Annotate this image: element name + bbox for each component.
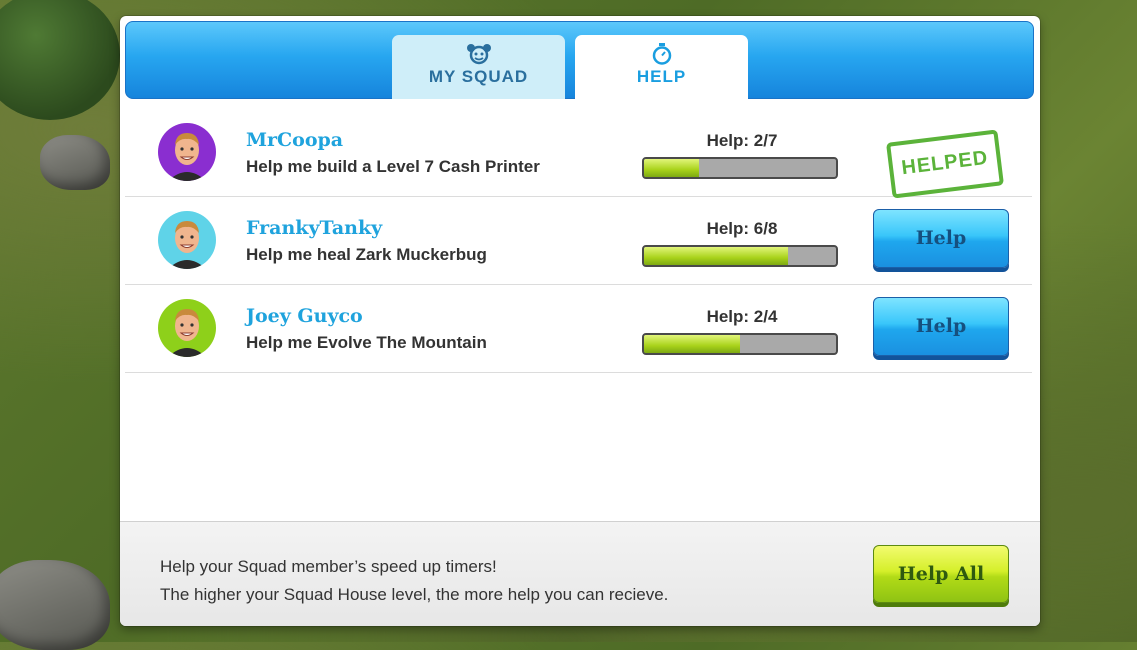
help-progress-fill bbox=[644, 335, 740, 353]
help-request-list: MrCoopa Help me build a Level 7 Cash Pri… bbox=[125, 109, 1032, 373]
help-count: Help: 6/8 bbox=[645, 219, 839, 239]
help-count: Help: 2/4 bbox=[645, 307, 839, 327]
stopwatch-icon bbox=[647, 43, 677, 65]
help-count-value: 2/4 bbox=[753, 307, 778, 326]
tab-my-squad-label: MY SQUAD bbox=[428, 67, 529, 86]
tab-help[interactable]: HELP bbox=[575, 35, 748, 100]
background-tree bbox=[0, 0, 120, 120]
help-request-row: Joey Guyco Help me Evolve The Mountain H… bbox=[125, 285, 1032, 373]
squad-icon bbox=[464, 43, 494, 65]
help-progress-fill bbox=[644, 247, 788, 265]
footer-info: Help your Squad member’s speed up timers… bbox=[160, 553, 668, 609]
help-button[interactable]: Help bbox=[873, 209, 1009, 268]
footer-line-1: Help your Squad member’s speed up timers… bbox=[160, 557, 497, 576]
help-progress-bar bbox=[642, 157, 838, 179]
request-description: Help me build a Level 7 Cash Printer bbox=[246, 157, 540, 176]
help-count-label: Help: bbox=[706, 131, 750, 150]
tab-my-squad[interactable]: MY SQUAD bbox=[392, 35, 565, 99]
request-description: Help me Evolve The Mountain bbox=[246, 333, 487, 352]
background-rock bbox=[40, 135, 110, 190]
help-count: Help: 2/7 bbox=[645, 131, 839, 151]
help-button[interactable]: Help bbox=[873, 297, 1009, 356]
help-request-row: MrCoopa Help me build a Level 7 Cash Pri… bbox=[125, 109, 1032, 199]
help-count-label: Help: bbox=[706, 219, 750, 238]
footer-line-2: The higher your Squad House level, the m… bbox=[160, 585, 669, 604]
member-name: MrCoopa bbox=[246, 129, 344, 151]
help-progress-fill bbox=[644, 159, 699, 177]
member-name: FrankyTanky bbox=[246, 217, 383, 239]
background-rock bbox=[0, 560, 110, 650]
panel-footer: Help your Squad member’s speed up timers… bbox=[120, 521, 1040, 626]
avatar bbox=[158, 211, 216, 269]
help-count-label: Help: bbox=[706, 307, 750, 326]
request-description: Help me heal Zark Muckerbug bbox=[246, 245, 487, 264]
squad-help-panel: MY SQUAD HELP MrCoopa Help me build a Le… bbox=[120, 16, 1040, 626]
avatar bbox=[158, 299, 216, 357]
helped-stamp: HELPED bbox=[886, 129, 1004, 199]
help-progress-bar bbox=[642, 245, 838, 267]
help-progress-bar bbox=[642, 333, 838, 355]
panel-header: MY SQUAD HELP bbox=[125, 21, 1034, 100]
help-count-value: 6/8 bbox=[753, 219, 778, 238]
member-name: Joey Guyco bbox=[246, 305, 363, 327]
tab-help-label: HELP bbox=[636, 67, 687, 86]
help-all-button[interactable]: Help All bbox=[873, 545, 1009, 603]
help-request-row: FrankyTanky Help me heal Zark Muckerbug … bbox=[125, 197, 1032, 285]
help-count-value: 2/7 bbox=[753, 131, 778, 150]
avatar bbox=[158, 123, 216, 181]
